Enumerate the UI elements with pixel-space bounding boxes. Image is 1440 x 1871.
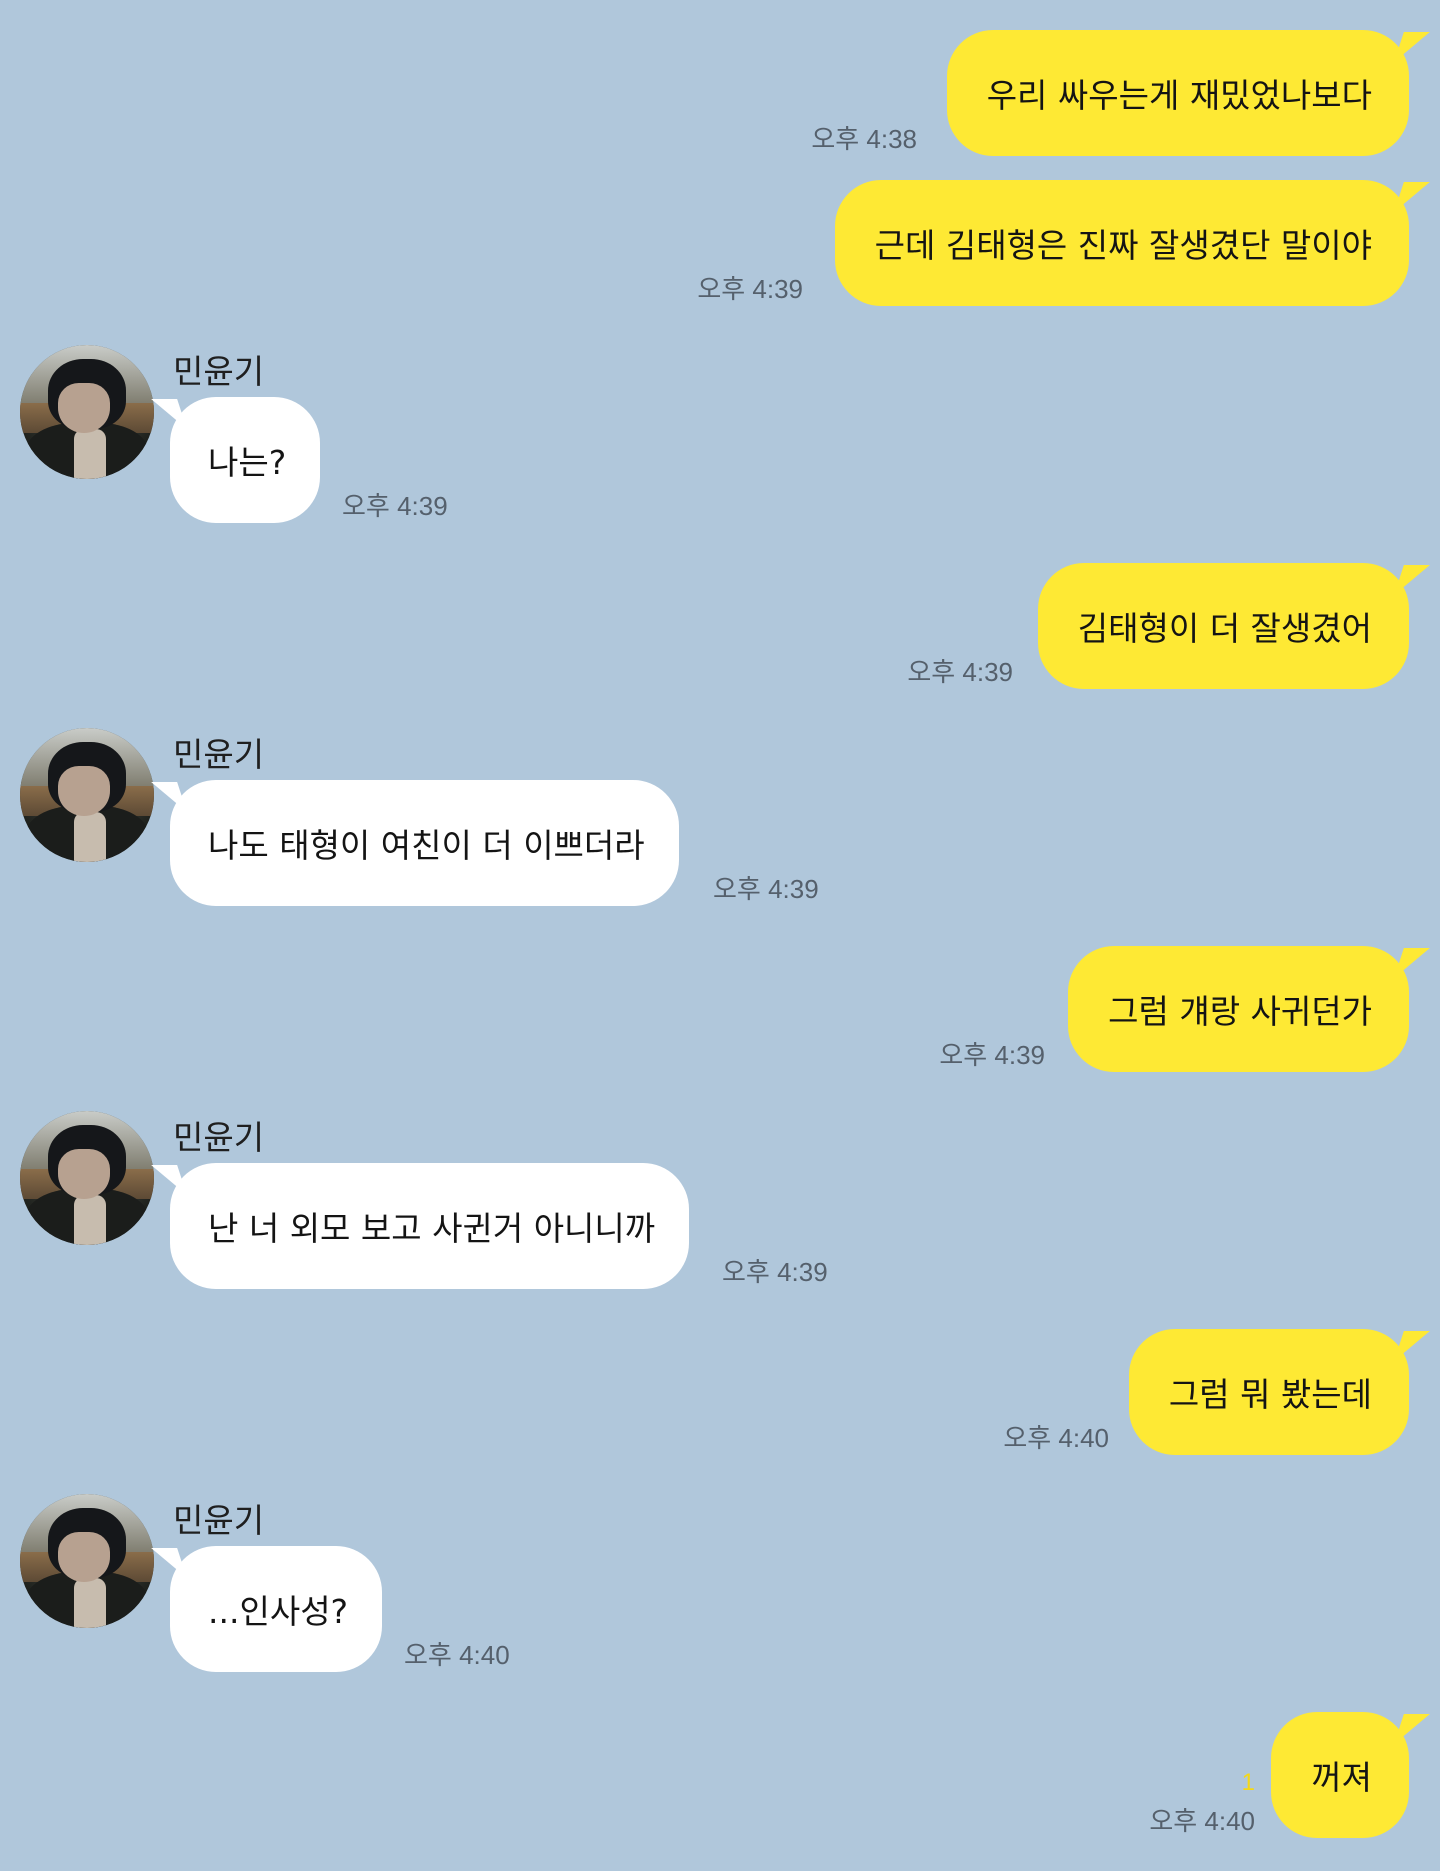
message-meta: 오후 4:40 <box>404 1546 510 1672</box>
avatar[interactable] <box>20 1111 154 1245</box>
avatar[interactable] <box>20 1494 154 1628</box>
message-bubble[interactable]: 우리 싸우는게 재밌었나보다 <box>946 30 1409 156</box>
message-bubble[interactable]: 김태형이 더 잘생겼어 <box>1037 563 1409 689</box>
message-bubble[interactable]: 나는? <box>170 397 321 523</box>
message-bubble[interactable]: 그럼 걔랑 사귀던가 <box>1068 946 1409 1072</box>
message-time: 오후 4:39 <box>713 874 819 904</box>
message-bubble[interactable]: 나도 태형이 여친이 더 이쁘더라 <box>170 780 679 906</box>
avatar[interactable] <box>20 728 154 862</box>
message-time: 오후 4:38 <box>811 124 917 154</box>
message-time: 오후 4:39 <box>697 274 803 304</box>
message-time: 오후 4:39 <box>939 1040 1045 1070</box>
unread-count: 1 <box>1241 1769 1255 1796</box>
message-meta: 오후 4:39 <box>722 1163 828 1289</box>
message-bubble[interactable]: 그럼 뭐 봤는데 <box>1128 1329 1409 1455</box>
sender-name: 민윤기 <box>173 1501 265 1540</box>
message-time: 오후 4:40 <box>1149 1806 1255 1836</box>
message-time: 오후 4:39 <box>907 657 1013 687</box>
message-time: 오후 4:40 <box>1003 1423 1109 1453</box>
sender-name: 민윤기 <box>173 735 265 774</box>
message-meta: 오후 4:39 <box>907 563 1013 689</box>
message-meta: 오후 4:39 <box>697 180 803 306</box>
message-bubble[interactable]: ...인사성? <box>170 1546 383 1672</box>
message-bubble[interactable]: 근데 김태형은 진짜 잘생겼단 말이야 <box>834 180 1409 306</box>
message-bubble[interactable]: 난 너 외모 보고 사귄거 아니니까 <box>170 1163 690 1289</box>
message-bubble[interactable]: 꺼져 <box>1271 1712 1409 1838</box>
chat-area[interactable]: 오후 4:38 우리 싸우는게 재밌었나보다 오후 4:39 근데 김태형은 진… <box>0 0 1440 1871</box>
sender-name: 민윤기 <box>173 1118 265 1157</box>
message-meta: 오후 4:40 <box>1003 1329 1109 1455</box>
message-time: 오후 4:40 <box>404 1640 510 1670</box>
message-meta: 오후 4:39 <box>939 946 1045 1072</box>
sender-name: 민윤기 <box>173 352 265 391</box>
message-meta: 오후 4:39 <box>713 780 819 906</box>
message-meta: 오후 4:39 <box>342 397 448 523</box>
message-time: 오후 4:39 <box>342 491 448 521</box>
message-time: 오후 4:39 <box>722 1257 828 1287</box>
avatar[interactable] <box>20 345 154 479</box>
message-meta: 오후 4:38 <box>811 30 917 156</box>
message-meta: 1 오후 4:40 <box>1149 1712 1255 1838</box>
